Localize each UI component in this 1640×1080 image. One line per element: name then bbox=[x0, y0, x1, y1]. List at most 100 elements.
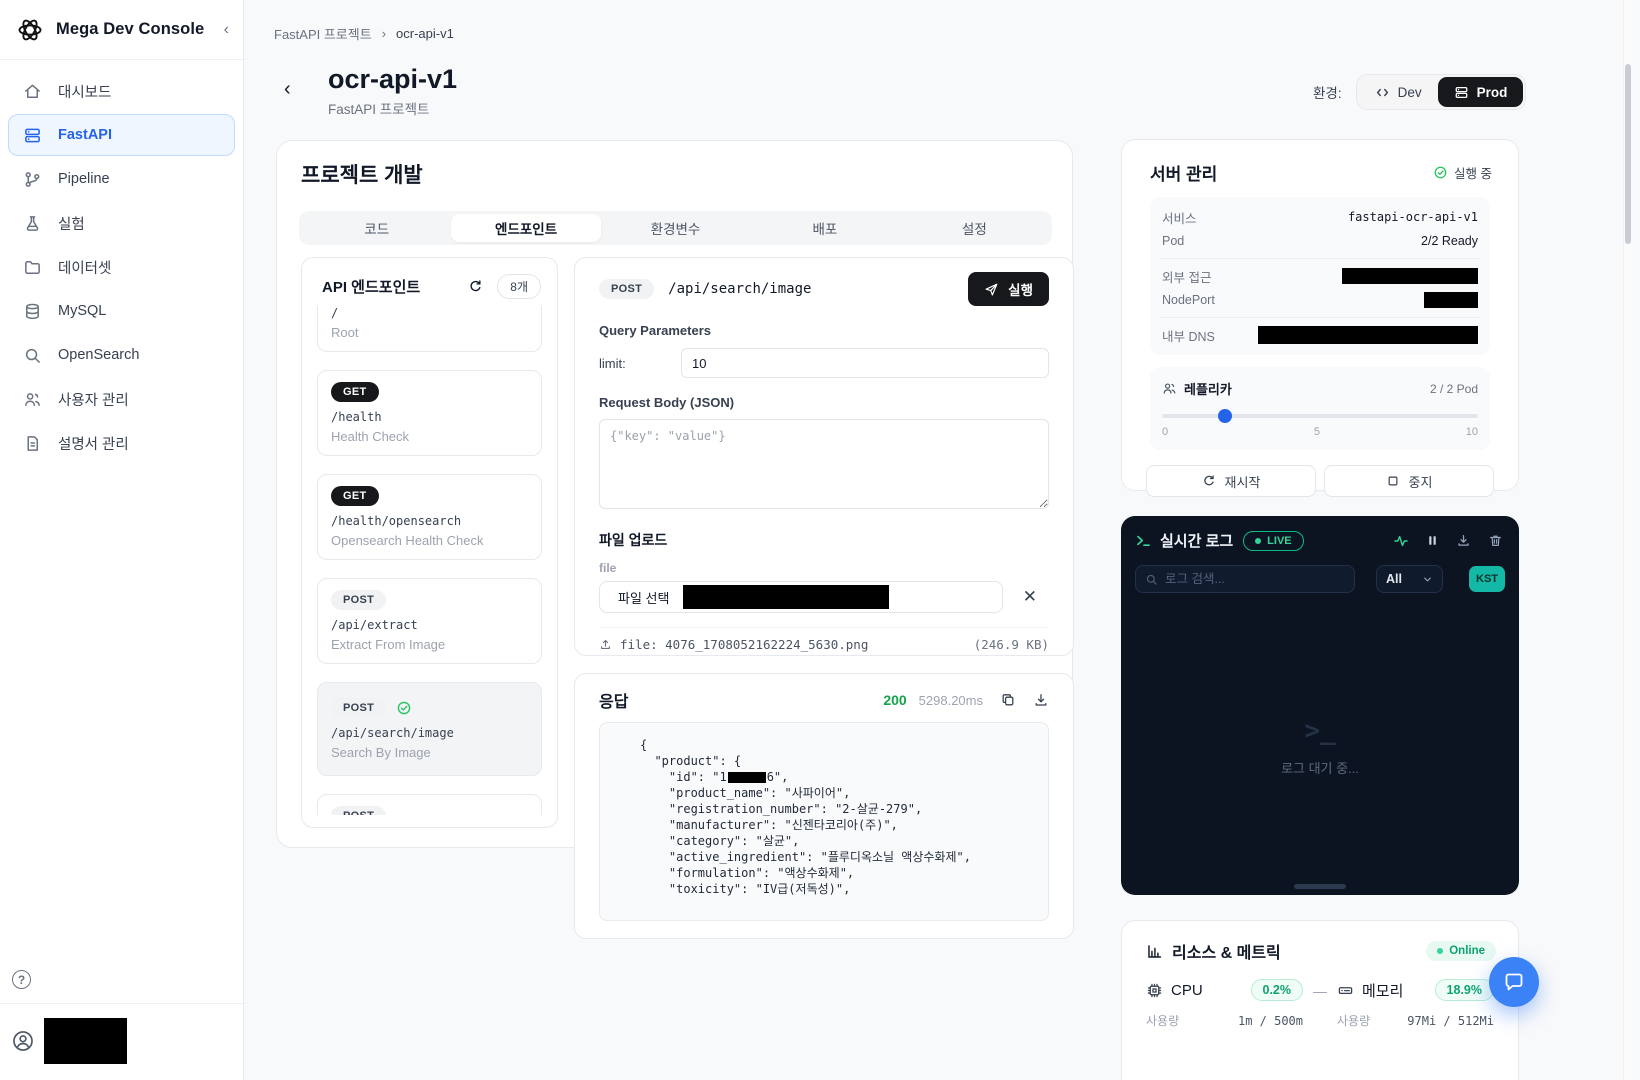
sidebar-nav: 대시보드 FastAPI Pipeline 실험 데이터셋 MySQL Open… bbox=[0, 60, 243, 476]
tab-deploy[interactable]: 배포 bbox=[750, 214, 899, 242]
sidebar-item-datasets[interactable]: 데이터셋 bbox=[8, 246, 235, 288]
endpoint-item-health-opensearch[interactable]: GET /health/opensearch Opensearch Health… bbox=[317, 474, 542, 560]
sidebar-item-pipeline[interactable]: Pipeline bbox=[8, 158, 235, 200]
restart-button[interactable]: 재시작 bbox=[1146, 465, 1316, 497]
sidebar-item-docs[interactable]: 설명서 관리 bbox=[8, 422, 235, 464]
memory-usage-value: 97Mi / 512Mi bbox=[1407, 1014, 1494, 1028]
endpoint-desc: Opensearch Health Check bbox=[331, 533, 528, 548]
copy-icon[interactable] bbox=[1000, 692, 1016, 708]
log-filter-value: All bbox=[1386, 572, 1402, 586]
sidebar: Mega Dev Console ‹ 대시보드 FastAPI Pipeline… bbox=[0, 0, 244, 1080]
search-icon bbox=[23, 346, 42, 365]
tab-env-vars[interactable]: 환경변수 bbox=[601, 214, 750, 242]
replica-value: 2 / 2 Pod bbox=[1430, 382, 1478, 396]
home-icon bbox=[23, 82, 42, 101]
limit-label: limit: bbox=[599, 356, 681, 371]
chat-fab-button[interactable] bbox=[1489, 957, 1539, 1007]
slider-thumb[interactable] bbox=[1218, 409, 1232, 423]
method-badge: GET bbox=[331, 382, 379, 402]
endpoint-path: / bbox=[331, 306, 528, 320]
app-title: Mega Dev Console bbox=[56, 20, 204, 39]
server-info-box: 서비스fastapi-ocr-api-v1 Pod2/2 Ready 외부 접근… bbox=[1150, 197, 1490, 355]
environment-label: 환경: bbox=[1313, 82, 1342, 102]
run-label: 실행 bbox=[1008, 279, 1033, 299]
endpoint-item-health[interactable]: GET /health Health Check bbox=[317, 370, 542, 456]
check-circle-icon bbox=[396, 700, 412, 716]
page-subtitle: FastAPI 프로젝트 bbox=[328, 98, 429, 118]
sidebar-item-users[interactable]: 사용자 관리 bbox=[8, 378, 235, 420]
online-badge: Online bbox=[1426, 941, 1496, 961]
memory-usage-label: 사용량 bbox=[1337, 1012, 1370, 1029]
run-button[interactable]: 실행 bbox=[968, 272, 1049, 306]
method-badge: POST bbox=[331, 698, 386, 718]
endpoint-desc: Health Check bbox=[331, 429, 528, 444]
resize-handle[interactable] bbox=[1294, 884, 1346, 889]
endpoint-item-root[interactable]: / Root bbox=[317, 306, 542, 352]
method-badge: POST bbox=[331, 590, 386, 610]
sidebar-item-opensearch[interactable]: OpenSearch bbox=[8, 334, 235, 376]
timezone-button[interactable]: KST bbox=[1469, 566, 1505, 592]
env-prod-button[interactable]: Prod bbox=[1438, 77, 1524, 107]
endpoint-item-extract[interactable]: POST /api/extract Extract From Image bbox=[317, 578, 542, 664]
replica-slider[interactable] bbox=[1162, 414, 1478, 418]
refresh-icon[interactable] bbox=[468, 279, 483, 294]
sidebar-item-fastapi[interactable]: FastAPI bbox=[8, 114, 235, 156]
pause-icon[interactable] bbox=[1426, 533, 1439, 548]
log-filter-select[interactable]: All bbox=[1376, 565, 1443, 593]
window-scrollbar bbox=[1623, 0, 1632, 1080]
server-panel-title: 서버 관리 bbox=[1150, 160, 1217, 185]
internal-dns-label: 내부 DNS bbox=[1162, 326, 1215, 345]
tab-endpoints[interactable]: 엔드포인트 bbox=[451, 214, 600, 242]
stop-button[interactable]: 중지 bbox=[1324, 465, 1494, 497]
cpu-label: CPU bbox=[1171, 982, 1203, 999]
activity-icon[interactable] bbox=[1393, 533, 1409, 549]
json-line: "product_name": "사파이어", bbox=[640, 785, 1032, 801]
git-branch-icon bbox=[23, 170, 42, 189]
response-json: { "product": { "id": "16", "product_name… bbox=[599, 722, 1049, 921]
file-select-button[interactable]: 파일 선택 bbox=[618, 588, 669, 607]
endpoint-count-badge: 8개 bbox=[497, 274, 541, 299]
nodeport-label: NodePort bbox=[1162, 293, 1215, 307]
json-line: "manufacturer": "신젠타코리아(주)", bbox=[640, 817, 1032, 833]
help-icon[interactable]: ? bbox=[12, 970, 31, 989]
tab-code[interactable]: 코드 bbox=[302, 214, 451, 242]
tab-settings[interactable]: 설정 bbox=[900, 214, 1049, 242]
endpoint-path: /health/opensearch bbox=[331, 514, 528, 528]
endpoint-item-search-text[interactable]: POST /api/search/text bbox=[317, 794, 542, 815]
limit-input[interactable] bbox=[681, 348, 1049, 378]
send-icon bbox=[984, 282, 999, 297]
endpoint-desc: Extract From Image bbox=[331, 637, 528, 652]
sidebar-item-dashboard[interactable]: 대시보드 bbox=[8, 70, 235, 112]
clear-file-button[interactable]: ✕ bbox=[1023, 587, 1037, 607]
download-icon[interactable] bbox=[1033, 692, 1049, 708]
sidebar-collapse-button[interactable]: ‹ bbox=[224, 21, 229, 39]
cpu-icon bbox=[1146, 982, 1163, 999]
file-input[interactable]: 파일 선택 bbox=[599, 581, 1003, 613]
log-search-box[interactable] bbox=[1135, 565, 1355, 593]
breadcrumb-project[interactable]: FastAPI 프로젝트 bbox=[274, 24, 372, 43]
upload-icon bbox=[599, 638, 612, 651]
log-empty-state: >_ 로그 대기 중... bbox=[1121, 716, 1519, 777]
replica-box: 레플리카 2 / 2 Pod 0 5 10 bbox=[1150, 367, 1490, 450]
back-button[interactable]: ‹ bbox=[284, 78, 291, 101]
json-line: { bbox=[640, 737, 1032, 753]
trash-icon[interactable] bbox=[1488, 533, 1503, 548]
stop-icon bbox=[1386, 474, 1400, 488]
sidebar-item-experiments[interactable]: 실험 bbox=[8, 202, 235, 244]
scrollbar-thumb[interactable] bbox=[1625, 64, 1631, 244]
uploaded-file-name: file: 4076_1708052162224_5630.png bbox=[620, 637, 868, 652]
endpoint-list-title: API 엔드포인트 bbox=[322, 276, 420, 297]
log-search-input[interactable] bbox=[1165, 572, 1345, 586]
folder-icon bbox=[23, 258, 42, 277]
uploaded-file-size: (246.9 KB) bbox=[974, 637, 1049, 652]
avatar-icon[interactable] bbox=[12, 1030, 34, 1052]
request-body-textarea[interactable] bbox=[599, 419, 1049, 509]
sidebar-item-mysql[interactable]: MySQL bbox=[8, 290, 235, 332]
endpoint-path: /api/search/image bbox=[668, 281, 811, 297]
endpoint-item-search-image[interactable]: POST /api/search/image Search By Image bbox=[317, 682, 542, 776]
json-line: "active_ingredient": "플루디옥소닐 액상수화제", bbox=[640, 849, 1032, 865]
download-icon[interactable] bbox=[1456, 533, 1471, 548]
cpu-usage-label: 사용량 bbox=[1146, 1012, 1179, 1029]
terminal-ghost-icon: >_ bbox=[1121, 716, 1519, 746]
env-dev-button[interactable]: Dev bbox=[1359, 77, 1438, 107]
